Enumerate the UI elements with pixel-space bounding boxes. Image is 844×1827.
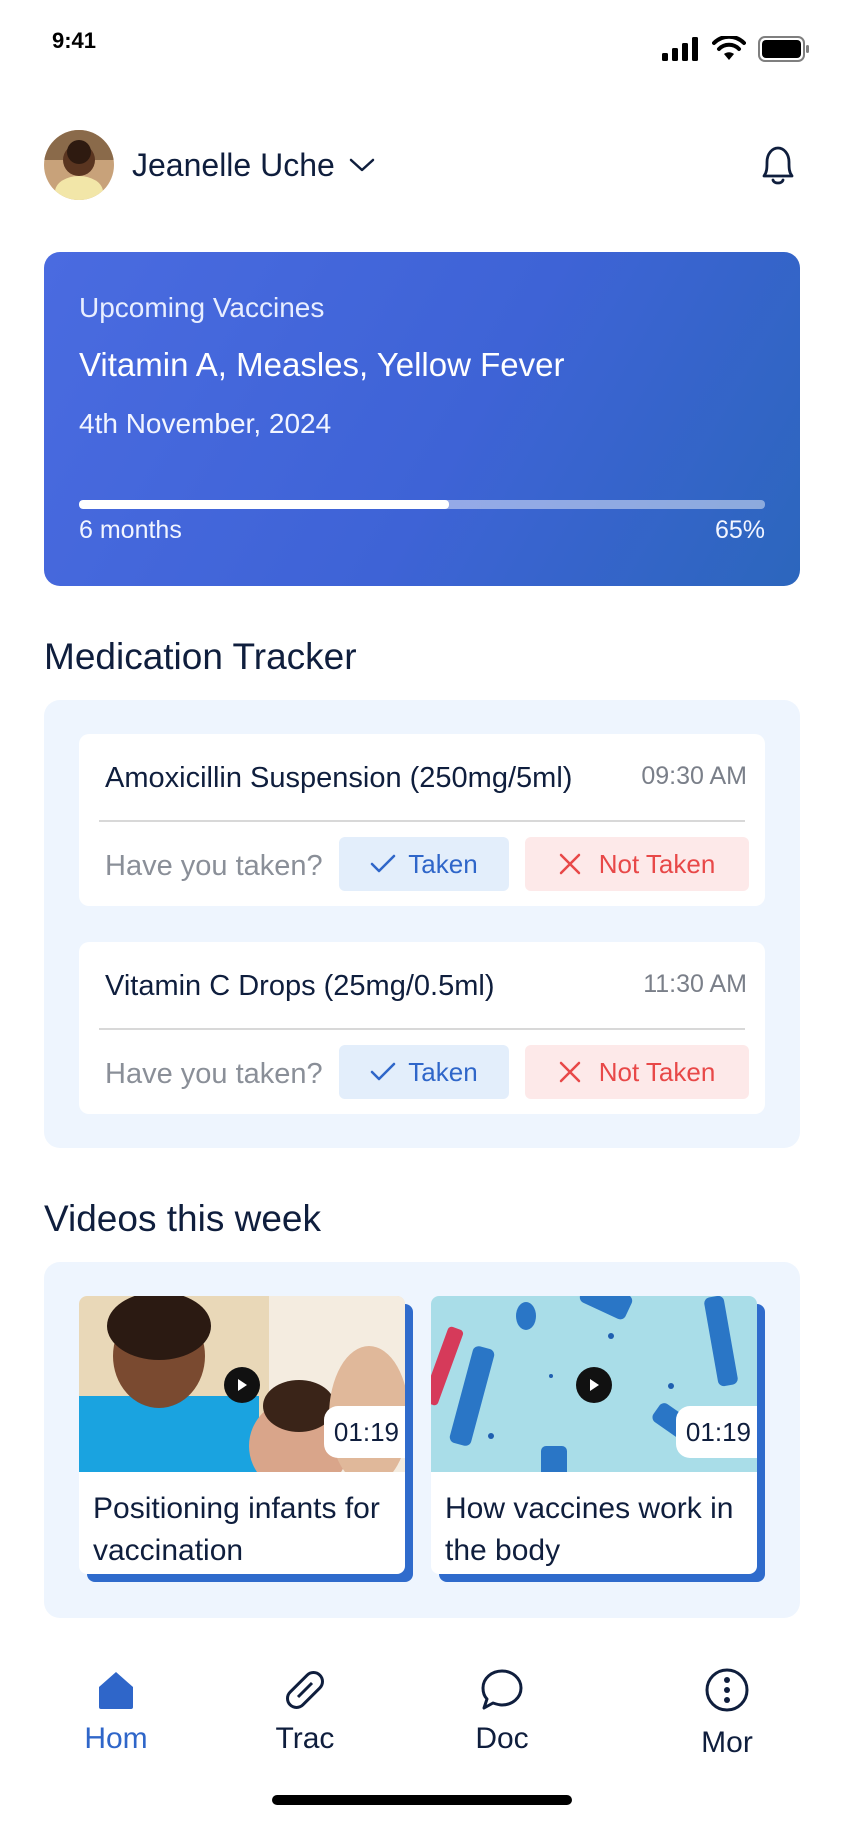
taken-label: Taken <box>408 848 478 879</box>
play-icon[interactable] <box>224 1367 260 1403</box>
signal-icon <box>662 37 698 61</box>
chevron-down-icon[interactable] <box>349 157 375 173</box>
taken-button[interactable]: Taken <box>339 837 509 891</box>
chat-bubble-icon <box>479 1660 525 1720</box>
profile-header: Jeanelle Uche <box>44 130 800 200</box>
status-icons <box>662 36 810 62</box>
upcoming-vaccines-card[interactable]: Upcoming Vaccines Vitamin A, Measles, Ye… <box>44 252 800 586</box>
taken-button[interactable]: Taken <box>339 1045 509 1099</box>
check-icon <box>371 854 396 873</box>
home-icon <box>95 1660 137 1720</box>
medication-card: Vitamin C Drops (25mg/0.5ml) 11:30 AM Ha… <box>79 942 765 1114</box>
medication-time: 11:30 AM <box>643 970 747 998</box>
medication-card: Amoxicillin Suspension (250mg/5ml) 09:30… <box>79 734 765 906</box>
nav-label-tracker: Trac <box>275 1722 335 1755</box>
progress-percent-label: 65% <box>714 516 765 544</box>
video-duration: 01:19 <box>675 1406 757 1458</box>
bottom-nav: Hom Trac Doc Mor <box>0 1660 844 1780</box>
videos-title: Videos this week <box>44 1198 321 1239</box>
not-taken-button[interactable]: Not Taken <box>525 837 749 891</box>
taken-question: Have you taken? <box>105 850 323 882</box>
videos-panel: 01:19 Positioning infants for vaccinatio… <box>44 1262 800 1618</box>
medication-name: Amoxicillin Suspension (250mg/5ml) <box>105 762 573 794</box>
status-time: 9:41 <box>52 28 97 53</box>
nav-label-doctor-chat: Doc <box>475 1722 529 1755</box>
vaccine-progress-bar <box>79 500 765 509</box>
vaccine-names: Vitamin A, Measles, Yellow Fever <box>79 346 565 383</box>
check-icon <box>371 1062 396 1081</box>
close-icon <box>559 853 580 875</box>
medication-time: 09:30 AM <box>641 762 747 790</box>
vaccine-date: 4th November, 2024 <box>79 408 332 439</box>
vaccine-progress-fill <box>79 500 450 509</box>
taken-question: Have you taken? <box>105 1058 323 1090</box>
play-icon[interactable] <box>576 1367 612 1403</box>
nav-item-doctor-chat[interactable]: Doc <box>466 1660 538 1780</box>
status-bar: 9:41 <box>0 0 844 90</box>
medication-panel: Amoxicillin Suspension (250mg/5ml) 09:30… <box>44 700 800 1148</box>
close-icon <box>559 1061 580 1083</box>
video-title: Positioning infants for vaccination <box>93 1492 380 1567</box>
not-taken-label: Not Taken <box>598 1056 716 1087</box>
avatar[interactable] <box>44 130 114 200</box>
pill-icon <box>282 1660 328 1720</box>
divider <box>99 820 745 822</box>
medication-name: Vitamin C Drops (25mg/0.5ml) <box>105 970 495 1002</box>
video-card[interactable]: 01:19 Positioning infants for vaccinatio… <box>79 1296 413 1582</box>
progress-months-label: 6 months <box>79 516 182 544</box>
video-title: How vaccines work in the body <box>445 1492 734 1567</box>
not-taken-button[interactable]: Not Taken <box>525 1045 749 1099</box>
taken-label: Taken <box>408 1056 478 1087</box>
nav-item-more[interactable]: Mor <box>690 1660 764 1780</box>
video-card[interactable]: 01:19 How vaccines work in the body <box>431 1296 765 1582</box>
nav-label-more: Mor <box>701 1726 753 1759</box>
home-indicator <box>272 1795 572 1805</box>
nav-item-home[interactable]: Hom <box>80 1660 152 1780</box>
upcoming-vaccines-label: Upcoming Vaccines <box>79 292 325 323</box>
more-icon <box>704 1660 750 1720</box>
user-name[interactable]: Jeanelle Uche <box>132 147 335 184</box>
nav-label-home: Hom <box>84 1722 148 1755</box>
medication-tracker-title: Medication Tracker <box>44 636 357 677</box>
divider <box>99 1028 745 1030</box>
wifi-icon <box>712 36 746 60</box>
not-taken-label: Not Taken <box>598 848 716 879</box>
video-duration: 01:19 <box>323 1406 405 1458</box>
battery-icon <box>758 36 809 62</box>
nav-item-tracker[interactable]: Trac <box>266 1660 344 1780</box>
bell-icon[interactable] <box>756 142 800 188</box>
